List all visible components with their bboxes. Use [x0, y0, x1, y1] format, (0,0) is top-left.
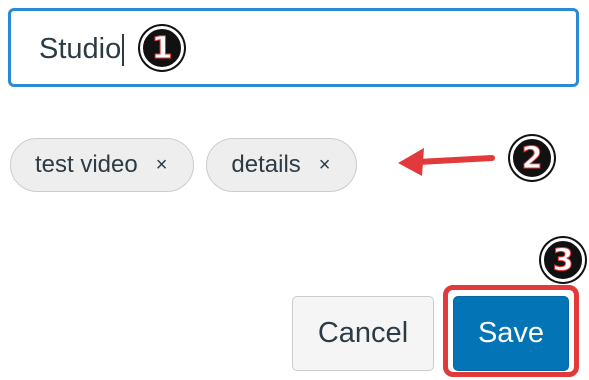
- remove-tag-icon[interactable]: ×: [156, 154, 168, 177]
- tag-chip: test video ×: [10, 138, 195, 192]
- tag-input-value: Studio: [39, 33, 122, 65]
- step-badge-2: 2: [510, 136, 554, 180]
- cancel-button[interactable]: Cancel: [292, 296, 434, 371]
- text-caret: [122, 33, 125, 66]
- step-badge-3: 3: [541, 238, 585, 282]
- save-highlight-box: [443, 285, 579, 377]
- step-badge-1: 1: [140, 26, 184, 70]
- tag-chip: details ×: [206, 138, 358, 192]
- remove-tag-icon[interactable]: ×: [319, 154, 331, 177]
- tag-label: details: [231, 151, 301, 178]
- tag-label: test video: [35, 151, 138, 178]
- tag-list: test video × details ×: [10, 138, 358, 192]
- tag-input-field[interactable]: Studio: [8, 8, 579, 87]
